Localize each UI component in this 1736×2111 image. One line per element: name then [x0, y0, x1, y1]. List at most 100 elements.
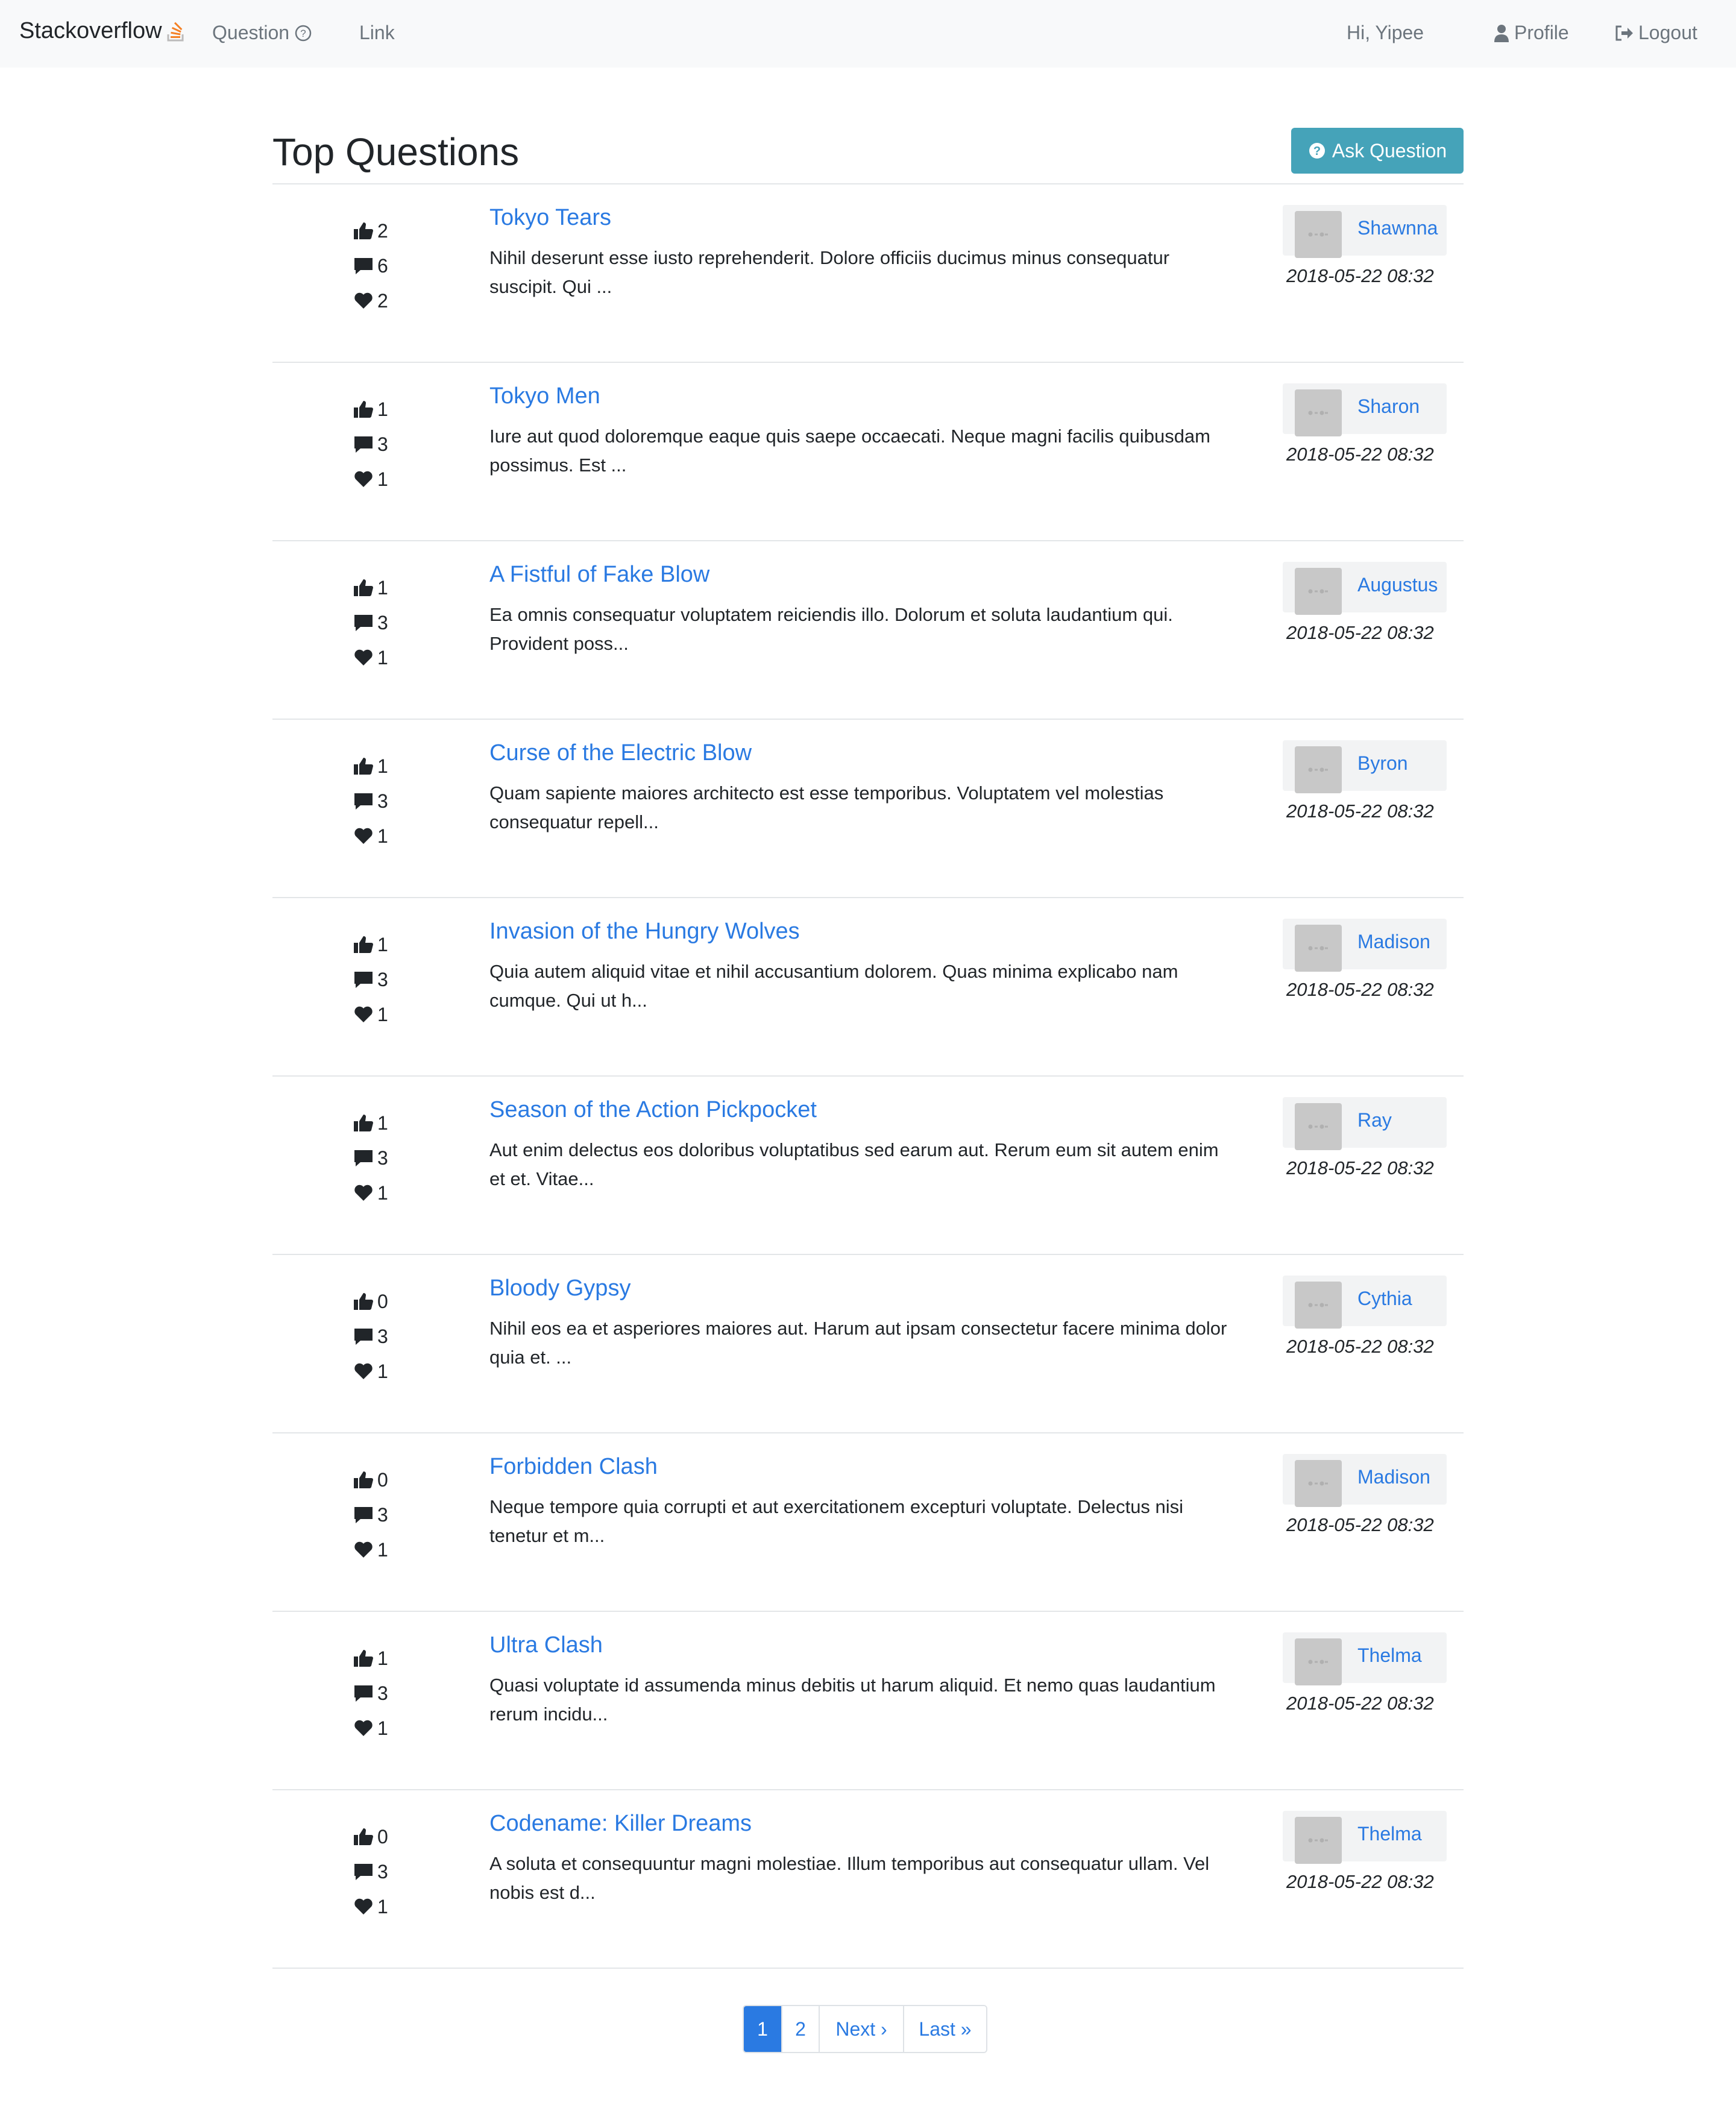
- avatar-placeholder-icon: [1308, 1303, 1328, 1307]
- thumbs-up-icon: [354, 1471, 373, 1488]
- likes-count: 1: [377, 933, 388, 955]
- question-title-link[interactable]: Invasion of the Hungry Wolves: [489, 919, 800, 945]
- author-name-link[interactable]: Madison: [1357, 931, 1430, 953]
- brand-link[interactable]: Stackoverflow: [19, 18, 185, 44]
- avatar[interactable]: [1295, 568, 1342, 615]
- question-excerpt: Nihil deserunt esse iusto reprehenderit.…: [489, 247, 1170, 297]
- question-row: 2 6 2 Tokyo Tears Nihil deserunt esse iu…: [272, 183, 1464, 363]
- question-title-link[interactable]: A Fistful of Fake Blow: [489, 562, 709, 588]
- page-1-link[interactable]: 1: [744, 2006, 782, 2052]
- comment-icon: [354, 1685, 373, 1702]
- author-name-link[interactable]: Shawnna: [1357, 217, 1438, 239]
- comment-icon: [354, 972, 373, 988]
- user-greeting: Hi, Yipee: [1347, 22, 1424, 43]
- likes-count: 2: [377, 219, 388, 242]
- author-name-link[interactable]: Thelma: [1357, 1644, 1422, 1667]
- comments-stat: 3: [353, 1854, 414, 1889]
- question-title-link[interactable]: Codename: Killer Dreams: [489, 1811, 752, 1837]
- author-name-link[interactable]: Augustus: [1357, 574, 1438, 596]
- question-title-link[interactable]: Curse of the Electric Blow: [489, 740, 752, 766]
- question-stats: 1 3 1: [353, 392, 414, 497]
- avatar[interactable]: [1295, 1460, 1342, 1507]
- avatar-placeholder-icon: [1308, 767, 1328, 772]
- comment-icon: [354, 436, 373, 453]
- comments-stat: 6: [353, 248, 414, 283]
- comment-icon: [354, 793, 373, 810]
- likes-stat: 0: [353, 1819, 414, 1854]
- comments-count: 3: [377, 790, 388, 812]
- avatar-placeholder-icon: [1308, 1124, 1328, 1129]
- question-title-link[interactable]: Ultra Clash: [489, 1632, 603, 1658]
- avatar[interactable]: [1295, 1282, 1342, 1329]
- question-row: 1 3 1 Ultra Clash Quasi voluptate id ass…: [272, 1611, 1464, 1790]
- avatar-placeholder-icon: [1308, 946, 1328, 951]
- comments-count: 3: [377, 1147, 388, 1169]
- comments-stat: 3: [353, 427, 414, 462]
- heart-icon: [354, 1184, 373, 1201]
- author-card: Madison: [1283, 919, 1447, 972]
- comment-icon: [354, 258, 373, 274]
- question-date: 2018-05-22 08:32: [1286, 1693, 1434, 1714]
- likes-count: 0: [377, 1825, 388, 1848]
- user-icon: [1494, 24, 1509, 42]
- page-2-link[interactable]: 2: [782, 2006, 820, 2052]
- question-title-link[interactable]: Bloody Gypsy: [489, 1276, 631, 1301]
- avatar[interactable]: [1295, 1817, 1342, 1864]
- likes-stat: 1: [353, 1641, 414, 1676]
- favorites-count: 1: [377, 1717, 388, 1739]
- question-date: 2018-05-22 08:32: [1286, 801, 1434, 822]
- author-name-link[interactable]: Thelma: [1357, 1823, 1422, 1845]
- author-card: Thelma: [1283, 1811, 1447, 1864]
- question-excerpt: Ea omnis consequatur voluptatem reiciend…: [489, 604, 1173, 654]
- next-page-link[interactable]: Next ›: [820, 2006, 904, 2052]
- avatar[interactable]: [1295, 1638, 1342, 1685]
- question-title-link[interactable]: Tokyo Tears: [489, 205, 611, 231]
- favorites-count: 1: [377, 1360, 388, 1382]
- likes-stat: 0: [353, 1284, 414, 1319]
- question-title-link[interactable]: Tokyo Men: [489, 383, 600, 409]
- ask-question-button[interactable]: ? Ask Question: [1291, 128, 1464, 174]
- last-page-link[interactable]: Last »: [904, 2006, 986, 2052]
- question-excerpt: A soluta et consequuntur magni molestiae…: [489, 1853, 1210, 1903]
- author-name-link[interactable]: Sharon: [1357, 395, 1420, 418]
- author-name-link[interactable]: Ray: [1357, 1109, 1392, 1131]
- question-stats: 0 3 1: [353, 1462, 414, 1567]
- author-name-link[interactable]: Cythia: [1357, 1288, 1412, 1310]
- question-row: 1 3 1 Tokyo Men Iure aut quod doloremque…: [272, 362, 1464, 541]
- nav-question-link[interactable]: Question ?: [212, 22, 312, 44]
- question-row: 1 3 1 Season of the Action Pickpocket Au…: [272, 1075, 1464, 1255]
- author-name-link[interactable]: Madison: [1357, 1466, 1430, 1488]
- favorites-stat: 1: [353, 1175, 414, 1210]
- likes-stat: 1: [353, 749, 414, 784]
- favorites-count: 1: [377, 1181, 388, 1204]
- comment-icon: [354, 615, 373, 631]
- author-card: Thelma: [1283, 1632, 1447, 1685]
- author-card: Ray: [1283, 1097, 1447, 1150]
- question-stats: 1 3 1: [353, 927, 414, 1032]
- favorites-count: 1: [377, 825, 388, 847]
- logout-link[interactable]: Logout: [1609, 22, 1697, 44]
- question-excerpt: Neque tempore quia corrupti et aut exerc…: [489, 1496, 1184, 1546]
- avatar[interactable]: [1295, 211, 1342, 258]
- heart-icon: [354, 471, 373, 487]
- avatar[interactable]: [1295, 925, 1342, 972]
- question-circle-icon: ?: [1309, 143, 1325, 159]
- question-excerpt: Quia autem aliquid vitae et nihil accusa…: [489, 961, 1178, 1011]
- avatar[interactable]: [1295, 389, 1342, 436]
- thumbs-up-icon: [354, 936, 373, 953]
- author-name-link[interactable]: Byron: [1357, 752, 1408, 775]
- nav-link[interactable]: Link: [359, 22, 395, 44]
- question-excerpt: Quasi voluptate id assumenda minus debit…: [489, 1675, 1216, 1725]
- comment-icon: [354, 1150, 373, 1166]
- comment-icon: [354, 1507, 373, 1523]
- question-stats: 0 3 1: [353, 1819, 414, 1924]
- question-date: 2018-05-22 08:32: [1286, 1157, 1434, 1178]
- question-title-link[interactable]: Season of the Action Pickpocket: [489, 1097, 817, 1123]
- profile-link[interactable]: Profile: [1489, 22, 1569, 44]
- thumbs-up-icon: [354, 1115, 373, 1131]
- avatar[interactable]: [1295, 1103, 1342, 1150]
- avatar[interactable]: [1295, 746, 1342, 793]
- question-title-link[interactable]: Forbidden Clash: [489, 1454, 658, 1480]
- thumbs-up-icon: [354, 1293, 373, 1310]
- question-excerpt: Quam sapiente maiores architecto est ess…: [489, 782, 1164, 832]
